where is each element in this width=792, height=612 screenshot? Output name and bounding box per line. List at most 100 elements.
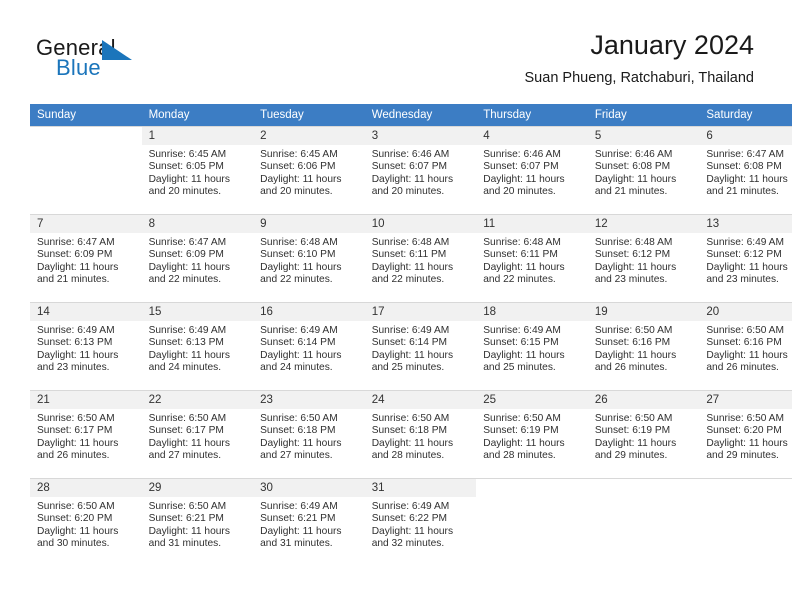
sunset-text: Sunset: 6:16 PM: [594, 337, 671, 349]
sunrise-text: Sunrise: 6:47 AM: [706, 149, 784, 160]
day-details: Sunrise: 6:48 AM Sunset: 6:12 PM Daylight:…: [588, 233, 700, 287]
day-number: 7: [30, 215, 142, 233]
daylight-text-line2: and 29 minutes.: [706, 450, 779, 462]
day-cell[interactable]: 10 Sunrise: 6:48 AM Sunset: 6:11 PM Dayligh…: [364, 214, 477, 302]
day-cell-empty: [587, 478, 700, 566]
calendar-grid: Sunday Monday Tuesday Wednesday Thursday…: [30, 104, 792, 566]
sunrise-text: Sunrise: 6:50 AM: [706, 413, 784, 424]
daylight-text-line2: and 32 minutes.: [371, 538, 445, 550]
sunrise-text: Sunrise: 6:49 AM: [371, 325, 450, 336]
day-cell[interactable]: 9 Sunrise: 6:48 AM Sunset: 6:10 PM Daylight…: [253, 214, 365, 302]
day-number: 28: [30, 479, 142, 497]
day-cell[interactable]: 19 Sunrise: 6:50 AM Sunset: 6:16 PM Dayligh…: [587, 302, 700, 390]
day-cell[interactable]: 20 Sunrise: 6:50 AM Sunset: 6:16 PM Dayligh…: [699, 302, 792, 390]
day-cell[interactable]: 8 Sunrise: 6:47 AM Sunset: 6:09 PM Daylight…: [141, 214, 254, 302]
sunrise-text: Sunrise: 6:48 AM: [260, 237, 338, 248]
daylight-text-line2: and 25 minutes.: [371, 362, 445, 374]
daylight-text-line1: Daylight: 11 hours: [148, 261, 230, 273]
day-details: Sunrise: 6:45 AM Sunset: 6:05 PM Daylight:…: [142, 145, 254, 199]
day-details: Sunrise: 6:50 AM Sunset: 6:16 PM Daylight:…: [699, 321, 792, 375]
day-details: Sunrise: 6:49 AM Sunset: 6:14 PM Daylight:…: [253, 321, 365, 375]
calendar-cell: 7 Sunrise: 6:47 AM Sunset: 6:09 PM Daylight…: [30, 214, 142, 302]
day-cell[interactable]: 23 Sunrise: 6:50 AM Sunset: 6:18 PM Dayligh…: [253, 390, 365, 478]
day-number: [476, 479, 588, 497]
sunset-text: Sunset: 6:11 PM: [371, 249, 447, 261]
daylight-text-line1: Daylight: 11 hours: [371, 437, 454, 449]
daylight-text-line1: Daylight: 11 hours: [260, 173, 342, 185]
day-cell[interactable]: 2 Sunrise: 6:45 AM Sunset: 6:06 PM Daylight…: [253, 126, 365, 214]
sunset-text: Sunset: 6:20 PM: [37, 513, 113, 525]
calendar-cell: 19 Sunrise: 6:50 AM Sunset: 6:16 PM Dayligh…: [587, 302, 700, 390]
calendar-cell: 6 Sunrise: 6:47 AM Sunset: 6:08 PM Daylight…: [699, 126, 792, 214]
day-cell[interactable]: 13 Sunrise: 6:49 AM Sunset: 6:12 PM Dayligh…: [699, 214, 792, 302]
calendar-cell: 9 Sunrise: 6:48 AM Sunset: 6:10 PM Daylight…: [253, 214, 365, 302]
day-cell[interactable]: 22 Sunrise: 6:50 AM Sunset: 6:17 PM Dayligh…: [141, 390, 254, 478]
day-cell[interactable]: 17 Sunrise: 6:49 AM Sunset: 6:14 PM Dayligh…: [364, 302, 477, 390]
daylight-text-line2: and 20 minutes.: [148, 186, 222, 198]
day-cell[interactable]: 25 Sunrise: 6:50 AM Sunset: 6:19 PM Dayligh…: [476, 390, 588, 478]
day-number: 3: [364, 127, 477, 145]
sunrise-text: Sunrise: 6:46 AM: [483, 149, 561, 160]
day-cell[interactable]: 31 Sunrise: 6:49 AM Sunset: 6:22 PM Dayligh…: [364, 478, 477, 566]
sunrise-text: Sunrise: 6:49 AM: [706, 237, 784, 248]
day-cell[interactable]: 15 Sunrise: 6:49 AM Sunset: 6:13 PM Dayligh…: [141, 302, 254, 390]
day-number: 6: [699, 127, 792, 145]
sunrise-text: Sunrise: 6:50 AM: [37, 501, 115, 512]
day-cell[interactable]: 24 Sunrise: 6:50 AM Sunset: 6:18 PM Dayligh…: [364, 390, 477, 478]
sunset-text: Sunset: 6:19 PM: [483, 425, 559, 437]
sunset-text: Sunset: 6:09 PM: [148, 249, 224, 261]
day-cell[interactable]: 16 Sunrise: 6:49 AM Sunset: 6:14 PM Dayligh…: [253, 302, 365, 390]
day-cell[interactable]: 30 Sunrise: 6:49 AM Sunset: 6:21 PM Dayligh…: [253, 478, 365, 566]
day-cell[interactable]: 26 Sunrise: 6:50 AM Sunset: 6:19 PM Dayligh…: [587, 390, 700, 478]
calendar-cell: [587, 478, 700, 566]
sunset-text: Sunset: 6:21 PM: [148, 513, 224, 525]
day-number: 25: [476, 391, 588, 409]
daylight-text-line2: and 22 minutes.: [371, 274, 445, 286]
sunset-text: Sunset: 6:07 PM: [483, 161, 559, 173]
weekday-header-thursday: Thursday: [476, 104, 588, 126]
day-cell-empty: [699, 478, 792, 566]
day-cell[interactable]: 7 Sunrise: 6:47 AM Sunset: 6:09 PM Daylight…: [30, 214, 142, 302]
daylight-text-line2: and 26 minutes.: [706, 362, 779, 374]
day-cell[interactable]: 18 Sunrise: 6:49 AM Sunset: 6:15 PM Dayligh…: [476, 302, 588, 390]
sunrise-text: Sunrise: 6:50 AM: [148, 501, 227, 512]
day-number: 23: [253, 391, 365, 409]
calendar-cell: 26 Sunrise: 6:50 AM Sunset: 6:19 PM Dayligh…: [587, 390, 700, 478]
day-cell[interactable]: 6 Sunrise: 6:47 AM Sunset: 6:08 PM Daylight…: [699, 126, 792, 214]
daylight-text-line1: Daylight: 11 hours: [148, 437, 230, 449]
sunrise-text: Sunrise: 6:49 AM: [260, 501, 338, 512]
day-number: 9: [253, 215, 365, 233]
day-cell[interactable]: 21 Sunrise: 6:50 AM Sunset: 6:17 PM Dayligh…: [30, 390, 142, 478]
day-cell[interactable]: 3 Sunrise: 6:46 AM Sunset: 6:07 PM Daylight…: [364, 126, 477, 214]
daylight-text-line1: Daylight: 11 hours: [594, 349, 677, 361]
calendar-cell: 21 Sunrise: 6:50 AM Sunset: 6:17 PM Dayligh…: [30, 390, 142, 478]
day-cell[interactable]: 1 Sunrise: 6:45 AM Sunset: 6:05 PM Daylight…: [141, 126, 254, 214]
day-cell[interactable]: 27 Sunrise: 6:50 AM Sunset: 6:20 PM Dayligh…: [699, 390, 792, 478]
day-details: Sunrise: 6:49 AM Sunset: 6:21 PM Daylight:…: [253, 497, 365, 551]
page-title: January 2024: [590, 30, 754, 60]
daylight-text-line1: Daylight: 11 hours: [594, 437, 677, 449]
day-number: 24: [364, 391, 477, 409]
day-cell[interactable]: 28 Sunrise: 6:50 AM Sunset: 6:20 PM Dayligh…: [30, 478, 142, 566]
day-details: Sunrise: 6:49 AM Sunset: 6:13 PM Daylight:…: [142, 321, 254, 375]
day-cell[interactable]: 14 Sunrise: 6:49 AM Sunset: 6:13 PM Dayligh…: [30, 302, 142, 390]
sunset-text: Sunset: 6:17 PM: [37, 425, 113, 437]
day-cell[interactable]: 11 Sunrise: 6:48 AM Sunset: 6:11 PM Dayligh…: [476, 214, 588, 302]
sunrise-text: Sunrise: 6:46 AM: [371, 149, 450, 160]
daylight-text-line2: and 24 minutes.: [148, 362, 222, 374]
day-details: Sunrise: 6:48 AM Sunset: 6:10 PM Daylight:…: [253, 233, 365, 287]
day-details: Sunrise: 6:45 AM Sunset: 6:06 PM Daylight:…: [253, 145, 365, 199]
day-cell[interactable]: 4 Sunrise: 6:46 AM Sunset: 6:07 PM Daylight…: [476, 126, 588, 214]
sunset-text: Sunset: 6:15 PM: [483, 337, 559, 349]
daylight-text-line1: Daylight: 11 hours: [260, 437, 342, 449]
day-cell[interactable]: 29 Sunrise: 6:50 AM Sunset: 6:21 PM Dayligh…: [141, 478, 254, 566]
day-number: 10: [364, 215, 477, 233]
page-header: General Blue January 2024 Suan Phueng, R…: [0, 0, 792, 104]
daylight-text-line1: Daylight: 11 hours: [371, 173, 454, 185]
day-number: 5: [587, 127, 700, 145]
day-cell[interactable]: 5 Sunrise: 6:46 AM Sunset: 6:08 PM Daylight…: [587, 126, 700, 214]
day-number: 21: [30, 391, 142, 409]
calendar-cell: 13 Sunrise: 6:49 AM Sunset: 6:12 PM Dayligh…: [699, 214, 792, 302]
day-details: Sunrise: 6:50 AM Sunset: 6:19 PM Daylight:…: [476, 409, 588, 463]
day-cell[interactable]: 12 Sunrise: 6:48 AM Sunset: 6:12 PM Dayligh…: [587, 214, 700, 302]
